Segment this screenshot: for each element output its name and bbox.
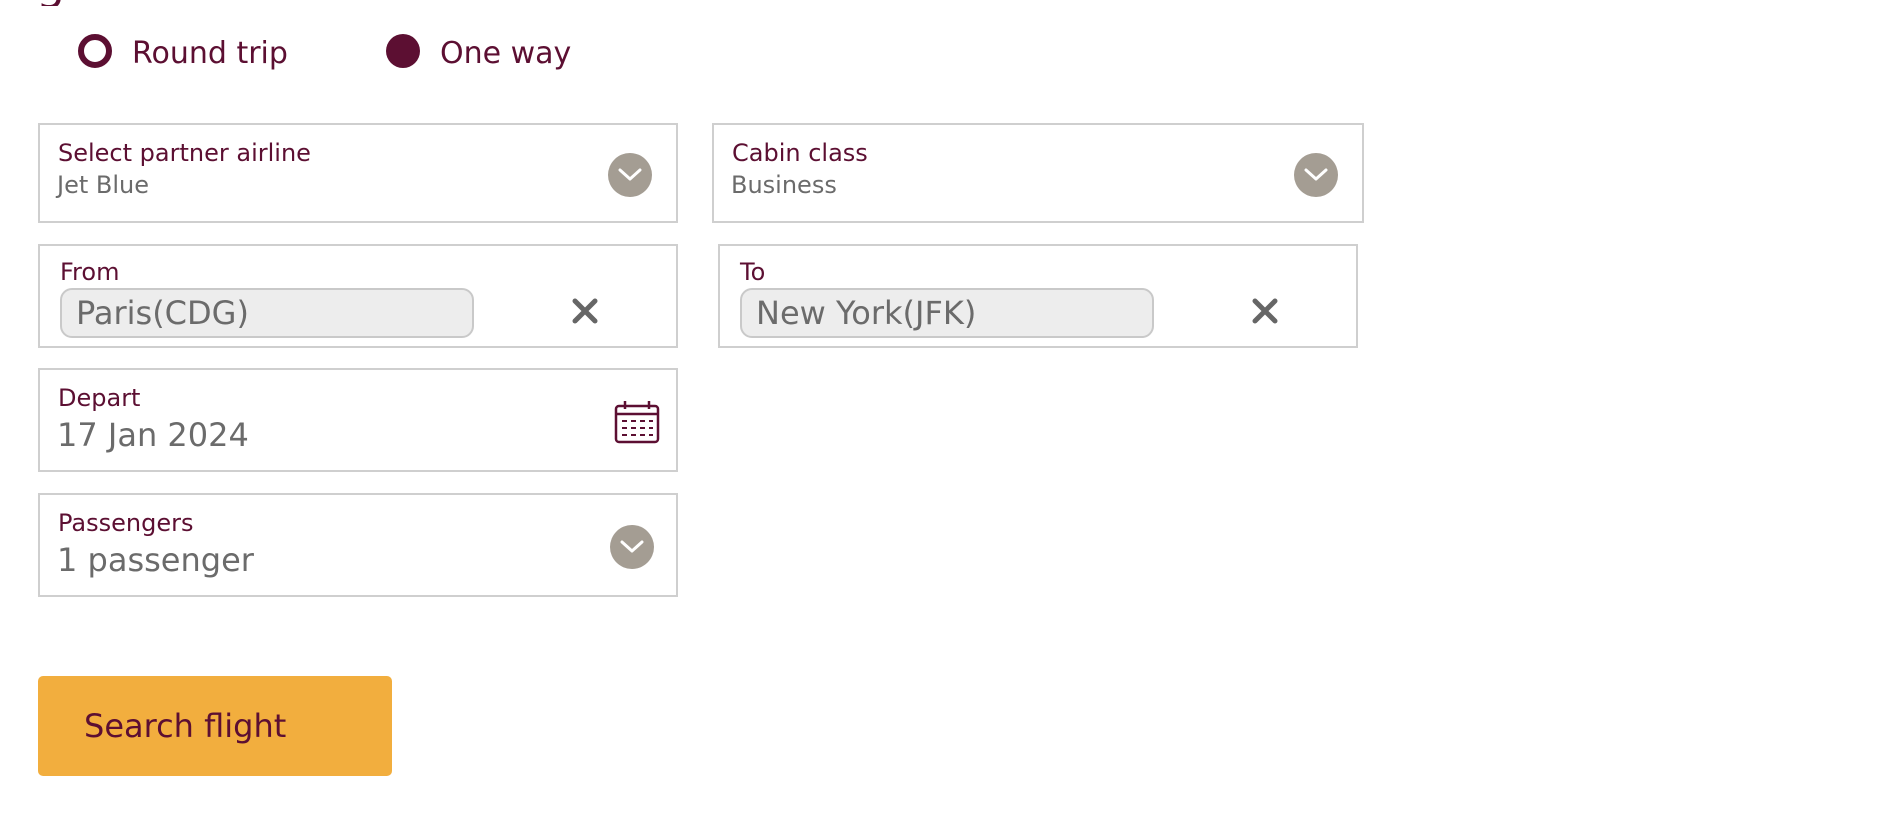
chevron-down-icon[interactable] — [608, 153, 652, 197]
partner-airline-select[interactable]: Select partner airline Jet Blue — [38, 123, 678, 223]
depart-value: 17 Jan 2024 — [57, 416, 249, 454]
page-heading: g — [36, 0, 65, 6]
partner-airline-label: Select partner airline — [58, 139, 311, 167]
round-trip-label: Round trip — [132, 36, 288, 71]
chevron-down-icon[interactable] — [610, 525, 654, 569]
passengers-select[interactable]: Passengers 1 passenger — [38, 493, 678, 597]
page-heading-fragment: g — [36, 0, 176, 6]
partner-airline-value: Jet Blue — [57, 171, 149, 199]
passengers-label: Passengers — [58, 509, 194, 537]
search-flight-button[interactable]: Search flight — [38, 676, 392, 776]
from-input[interactable]: Paris(CDG) — [60, 288, 474, 338]
to-input[interactable]: New York(JFK) — [740, 288, 1154, 338]
from-label: From — [60, 258, 120, 286]
depart-date-field[interactable]: Depart 17 Jan 2024 — [38, 368, 678, 472]
chevron-down-icon[interactable] — [1294, 153, 1338, 197]
close-icon[interactable] — [1250, 296, 1280, 326]
calendar-icon[interactable] — [614, 400, 660, 444]
to-label: To — [740, 258, 766, 286]
one-way-label: One way — [440, 36, 572, 71]
from-field: From Paris(CDG) — [38, 244, 678, 348]
close-icon[interactable] — [570, 296, 600, 326]
cabin-class-value: Business — [731, 171, 837, 199]
passengers-value: 1 passenger — [57, 541, 254, 579]
cabin-class-label: Cabin class — [732, 139, 868, 167]
depart-label: Depart — [58, 384, 141, 412]
radio-checked-icon — [386, 33, 420, 68]
to-field: To New York(JFK) — [718, 244, 1358, 348]
radio-unchecked-icon — [78, 33, 112, 68]
one-way-radio[interactable]: One way — [386, 30, 571, 71]
cabin-class-select[interactable]: Cabin class Business — [712, 123, 1364, 223]
round-trip-radio[interactable]: Round trip — [78, 30, 288, 71]
